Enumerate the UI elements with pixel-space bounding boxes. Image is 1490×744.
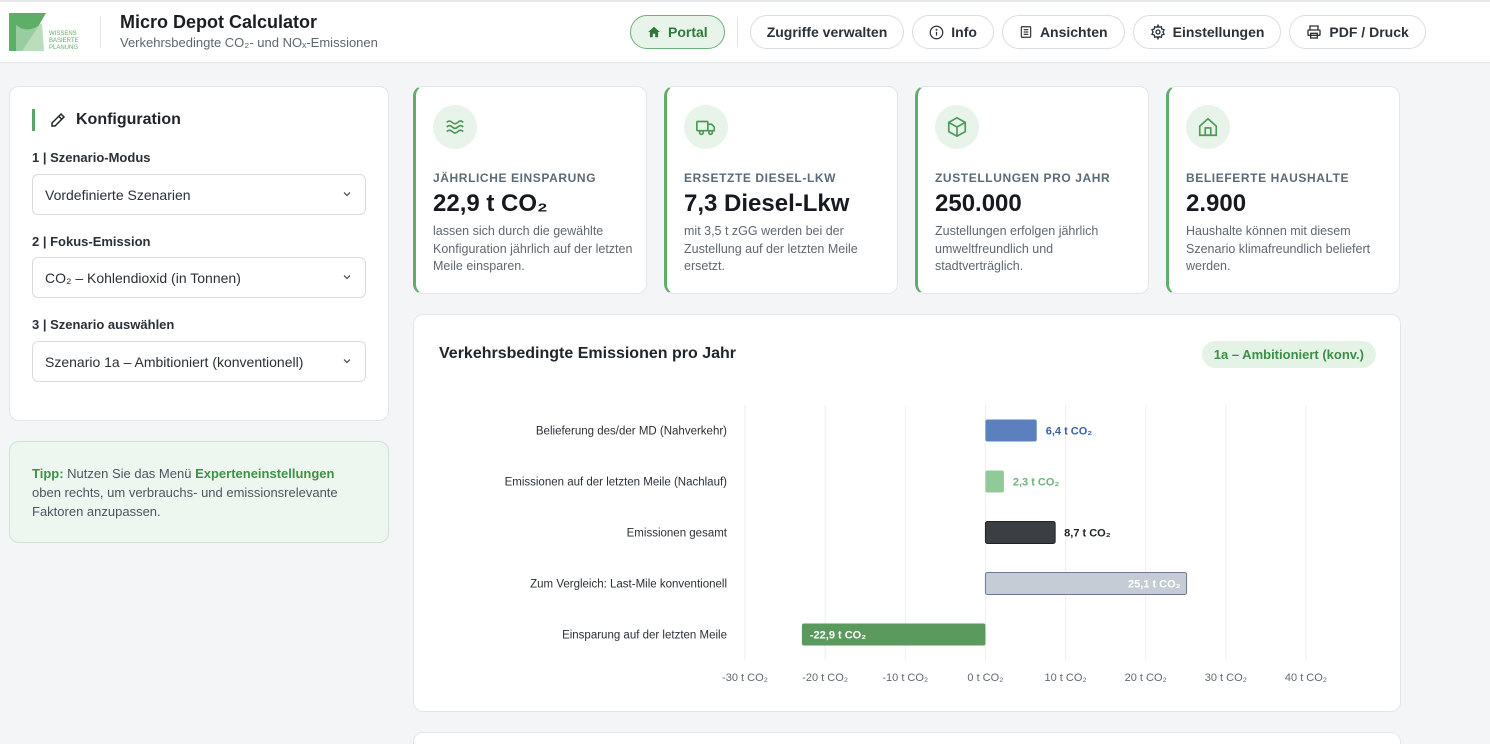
list-icon	[1020, 26, 1032, 38]
x-tick-label: 20 t CO₂	[1125, 672, 1167, 684]
print-button[interactable]: PDF / Druck	[1289, 15, 1426, 49]
manage-access-button[interactable]: Zugriffe verwalten	[749, 15, 905, 49]
bar	[985, 470, 1004, 493]
focus-emission-select[interactable]: CO₂ – Kohlendioxid (in Tonnen)	[32, 257, 366, 298]
app-subtitle: Verkehrsbedingte CO₂- und NOₓ-Emissionen	[120, 35, 378, 50]
config-title-text: Konfiguration	[76, 111, 181, 128]
portal-label: Portal	[668, 24, 708, 40]
kpi-value: 7,3 Diesel-Lkw	[684, 190, 850, 217]
kpi-label: Jährliche Einsparung	[433, 171, 597, 185]
chevron-down-icon	[343, 275, 351, 280]
logo-text-1: WISSENS	[49, 31, 77, 37]
info-icon	[929, 25, 944, 39]
chevron-down-icon	[343, 359, 351, 364]
kpi-description: mit 3,5 t zGG werden bei der Zustellung …	[684, 224, 858, 273]
views-button[interactable]: Ansichten	[1001, 15, 1125, 49]
header-divider	[100, 16, 101, 48]
kpi-value: 250.000	[935, 190, 1022, 217]
category-label: Zum Vergleich: Last-Mile konventionell	[530, 579, 727, 591]
x-tick-label: 40 t CO₂	[1285, 672, 1327, 684]
kpi-value: 22,9 t CO₂	[433, 190, 548, 217]
x-tick-label: 0 t CO₂	[967, 672, 1003, 684]
tip-text-2: oben rechts, um verbrauchs- und emission…	[32, 485, 338, 519]
bar	[985, 419, 1037, 442]
x-tick-label: -30 t CO₂	[722, 672, 768, 684]
data-label: -22,9 t CO₂	[810, 630, 866, 642]
logo-text-2: BASIERTE	[49, 38, 79, 44]
manage-access-label: Zugriffe verwalten	[766, 24, 888, 40]
scenario-select[interactable]: Szenario 1a – Ambitioniert (konventionel…	[32, 341, 366, 382]
gear-icon	[1150, 24, 1165, 40]
scenario-select-label: 3 | Szenario auswählen	[32, 317, 175, 332]
logo-text-3: PLANUNG	[49, 45, 78, 51]
kpi-label: Belieferte Haushalte	[1186, 171, 1350, 185]
x-tick-label: 30 t CO₂	[1205, 672, 1247, 684]
print-label: PDF / Druck	[1329, 24, 1409, 40]
settings-label: Einstellungen	[1172, 24, 1265, 40]
tip-text-1: Nutzen Sie das Menü	[63, 466, 196, 481]
kpi-card-deliveries: Zustellungen pro Jahr 250.000 Zustellung…	[915, 86, 1149, 294]
x-tick-label: 10 t CO₂	[1044, 672, 1086, 684]
kpi-description: Haushalte können mit diesem Szenario kli…	[1186, 224, 1371, 273]
app-header: WISSENS BASIERTE PLANUNG Micro Depot Cal…	[0, 0, 1490, 63]
portal-button[interactable]: Portal	[630, 15, 725, 49]
chevron-down-icon	[343, 192, 351, 197]
home-icon	[1186, 105, 1230, 149]
kpi-label: Zustellungen pro Jahr	[935, 171, 1111, 185]
home-icon	[648, 26, 660, 38]
pencil-icon	[51, 112, 66, 127]
header-nav: Portal Zugriffe verwalten Info Ansichten…	[630, 14, 1434, 50]
settings-button[interactable]: Einstellungen	[1132, 15, 1282, 49]
info-label: Info	[951, 24, 977, 40]
logo: WISSENS BASIERTE PLANUNG	[9, 13, 79, 51]
category-label: Belieferung des/der MD (Nahverkehr)	[536, 426, 727, 438]
data-label: 2,3 t CO₂	[1013, 477, 1060, 489]
category-label: Emissionen auf der letzten Meile (Nachla…	[505, 477, 728, 489]
scenario-mode-label: 1 | Szenario-Modus	[32, 150, 151, 165]
kpi-description: lassen sich durch die gewählte Konfigura…	[433, 224, 633, 273]
nav-separator	[736, 17, 738, 47]
emissions-bar-chart: -30 t CO₂ -20 t CO₂ -10 t CO₂ 0 t CO₂ 10 t C…	[505, 405, 1327, 684]
config-panel: Konfiguration 1 | Szenario-Modus Vordefi…	[9, 86, 389, 421]
tip-box: Tipp: Nutzen Sie das Menü Experteneinste…	[9, 441, 389, 543]
waves-icon	[433, 105, 477, 149]
config-title: Konfiguration	[32, 109, 181, 131]
package-icon	[935, 105, 979, 149]
info-button[interactable]: Info	[912, 15, 994, 49]
scenario-select-value: Szenario 1a – Ambitioniert (konventionel…	[45, 353, 304, 370]
x-tick-label: -20 t CO₂	[802, 672, 848, 684]
bar	[984, 521, 1056, 544]
kpi-value: 2.900	[1186, 190, 1247, 217]
category-label: Emissionen gesamt	[627, 528, 728, 540]
data-label: 8,7 t CO₂	[1064, 528, 1111, 540]
x-tick-label: -10 t CO₂	[882, 672, 928, 684]
printer-icon	[1307, 25, 1322, 39]
scenario-mode-value: Vordefinierte Szenarien	[45, 186, 191, 203]
views-label: Ansichten	[1039, 24, 1108, 40]
kpi-description: Zustellungen erfolgen jährlich umweltfre…	[935, 224, 1099, 273]
next-section-card	[413, 732, 1401, 744]
scenario-mode-select[interactable]: Vordefinierte Szenarien	[32, 174, 366, 215]
focus-emission-value: CO₂ – Kohlendioxid (in Tonnen)	[45, 269, 241, 286]
focus-emission-label: 2 | Fokus-Emission	[32, 234, 151, 249]
truck-icon	[684, 105, 728, 149]
data-label: 6,4 t CO₂	[1046, 426, 1093, 438]
emissions-chart-card: Verkehrsbedingte Emissionen pro Jahr 1a …	[413, 314, 1401, 712]
expert-settings-link[interactable]: Experteneinstellungen	[195, 466, 334, 481]
category-label: Einsparung auf der letzten Meile	[562, 630, 727, 642]
app-title: Micro Depot Calculator	[120, 12, 318, 32]
data-label: 25,1 t CO₂	[1128, 579, 1181, 591]
kpi-label: Ersetzte Diesel-Lkw	[684, 171, 837, 185]
kpi-card-trucks: Ersetzte Diesel-Lkw 7,3 Diesel-Lkw mit 3…	[664, 86, 898, 294]
kpi-card-households: Belieferte Haushalte 2.900 Haushalte kön…	[1166, 86, 1400, 294]
kpi-card-savings: Jährliche Einsparung 22,9 t CO₂ lassen s…	[413, 86, 647, 294]
tip-prefix: Tipp:	[32, 466, 64, 481]
